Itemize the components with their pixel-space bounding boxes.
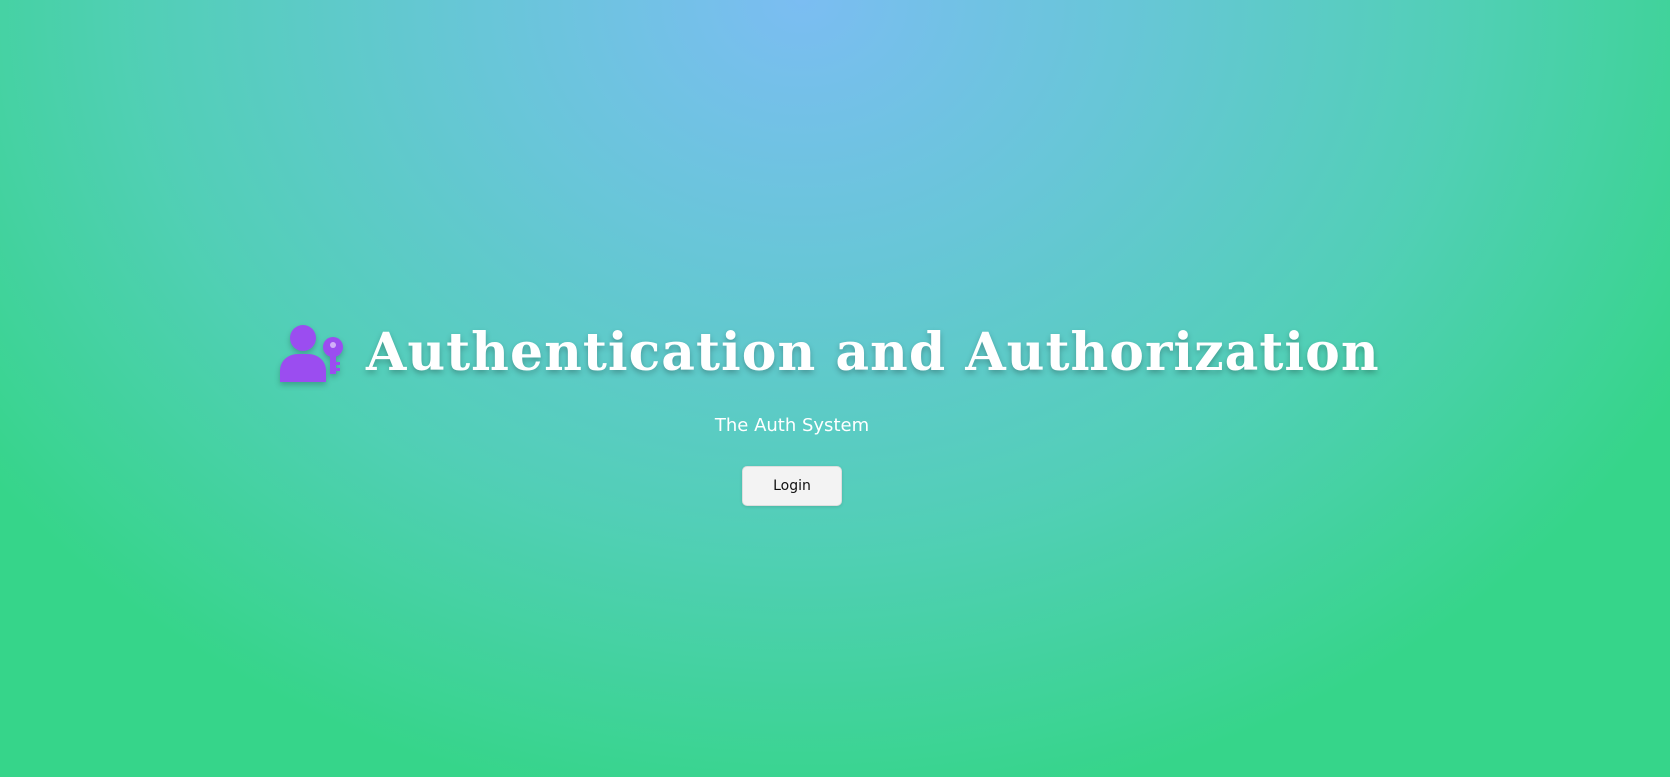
subtitle: The Auth System xyxy=(714,415,870,436)
title-row: Authentication and Authorization xyxy=(280,322,1380,383)
login-button[interactable]: Login xyxy=(742,466,842,506)
user-key-icon xyxy=(280,324,343,382)
hero-section: Authentication and Authorization The Aut… xyxy=(0,0,1670,777)
page-title: Authentication and Authorization xyxy=(366,322,1380,383)
